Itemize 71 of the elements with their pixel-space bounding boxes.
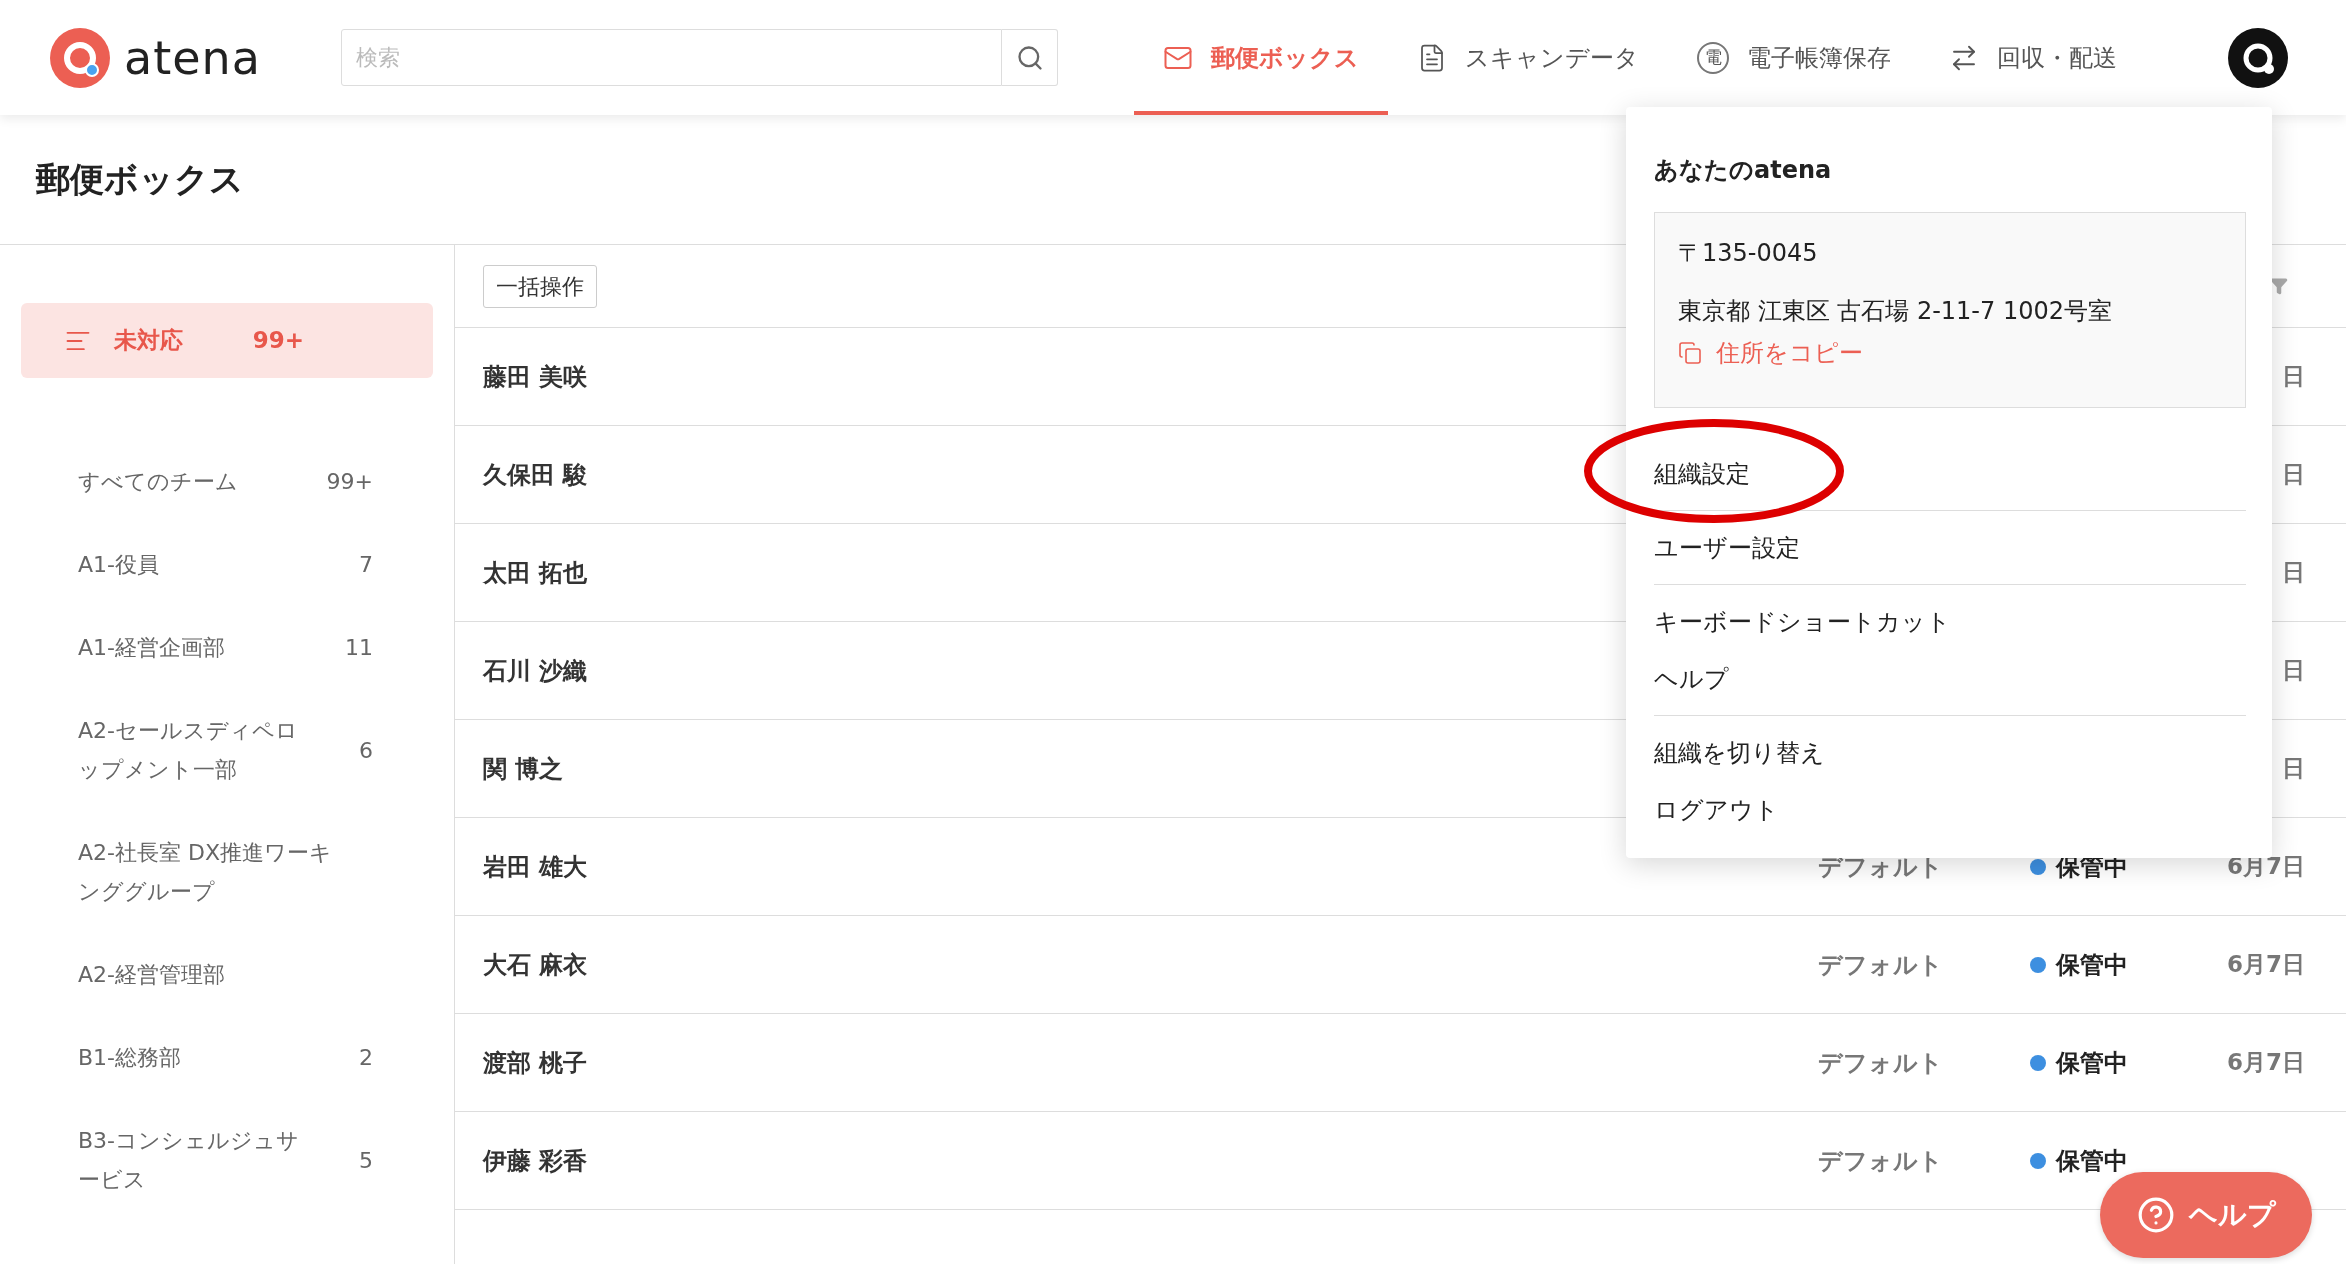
menu-item[interactable]: ログアウト: [1654, 781, 1779, 838]
menu-item[interactable]: 組織を切り替え: [1654, 724, 1825, 781]
date-text: 日: [2282, 460, 2305, 490]
sidebar-label: A1-役員: [78, 551, 159, 579]
sidebar-item[interactable]: A2-社長室 DX推進ワーキ ンググループ: [21, 811, 433, 933]
logo-text: atena: [124, 34, 261, 81]
date-text: 6月7日: [2227, 950, 2305, 980]
item-count: 7: [359, 551, 373, 579]
status-text: 保管中: [2056, 949, 2128, 981]
sidebar-label: 未対応: [114, 326, 183, 356]
sender-name: 藤田 美咲: [483, 362, 588, 391]
date-text: 6月7日: [2227, 1048, 2305, 1078]
sidebar-label: A2-経営管理部: [78, 961, 225, 989]
sender-name: 太田 拓也: [483, 558, 588, 587]
date-text: 日: [2282, 656, 2305, 686]
date-text: 日: [2282, 558, 2305, 588]
sender-name: 関 博之: [483, 754, 564, 783]
badge-icon: 電: [1697, 41, 1729, 74]
date-text: 日: [2282, 362, 2305, 392]
nav-tab[interactable]: スキャンデータ: [1388, 0, 1668, 115]
avatar-icon[interactable]: [2228, 27, 2288, 88]
sidebar-label: B1-総務部: [78, 1044, 182, 1072]
status-text: 保管中: [2056, 1047, 2128, 1079]
sidebar-item[interactable]: A1-役員 7: [21, 523, 433, 606]
sidebar-item[interactable]: すべてのチーム 99+: [21, 440, 433, 523]
help-icon: [2136, 1196, 2175, 1234]
sender-name: 大石 麻衣: [483, 950, 588, 979]
sender-name: 岩田 雄大: [483, 852, 588, 881]
item-count: 2: [359, 1044, 373, 1072]
postal-code: 〒135-0045: [1678, 238, 1819, 269]
item-count: 6: [359, 736, 373, 765]
help-button[interactable]: ヘルプ: [2100, 1172, 2312, 1258]
copy-icon: [1678, 341, 1702, 365]
category-text: デフォルト: [1818, 1048, 1943, 1077]
sender-name: 伊藤 彩香: [483, 1146, 588, 1175]
sidebar-item[interactable]: A2-セールスディペロ ップメント一部 6: [21, 689, 433, 811]
item-count: 5: [359, 1146, 373, 1175]
sidebar-label: すべてのチーム: [78, 468, 238, 496]
sidebar-item[interactable]: B1-総務部 2: [21, 1016, 433, 1099]
menu-item[interactable]: ヘルプ: [1654, 650, 1729, 707]
item-count: 99+: [326, 468, 373, 496]
address-text: 東京都 江東区 古石場 2-11-7 1002号室: [1678, 296, 2113, 327]
sender-name: 石川 沙織: [483, 656, 588, 685]
item-count: 11: [345, 634, 373, 662]
sidebar-label: A1-経営企画部: [78, 634, 225, 662]
sidebar-label: A2-セールスディペロ ップメント一部: [78, 717, 298, 784]
bulk-action-button[interactable]: 一括操作: [483, 264, 597, 308]
category-text: デフォルト: [1818, 852, 1943, 881]
search-button[interactable]: [1002, 29, 1058, 86]
menu-item[interactable]: ユーザー設定: [1654, 519, 1800, 576]
logo-icon: [50, 27, 110, 88]
sidebar-label: A2-社長室 DX推進ワーキ ンググループ: [78, 839, 332, 906]
sidebar-label: B3-コンシェルジュサ ービス: [78, 1127, 300, 1194]
sender-name: 久保田 駿: [483, 460, 588, 489]
sender-name: 渡部 桃子: [483, 1048, 588, 1077]
sidebar-item[interactable]: A2-経営管理部: [21, 933, 433, 1016]
sidebar-item[interactable]: B3-コンシェルジュサ ービス 5: [21, 1099, 433, 1221]
item-count: 99+: [252, 326, 304, 356]
date-text: 日: [2282, 754, 2305, 784]
filter-icon[interactable]: [2270, 277, 2288, 295]
category-text: デフォルト: [1818, 950, 1943, 979]
page-title: 郵便ボックス: [36, 158, 244, 201]
nav-tab[interactable]: 回収・配送: [1920, 0, 2146, 115]
sidebar-item[interactable]: A1-経営企画部 11: [21, 606, 433, 689]
nav-tab[interactable]: 郵便ボックス: [1134, 0, 1388, 115]
copy-address-link[interactable]: 住所をコピー: [1678, 335, 1863, 371]
menu-item[interactable]: キーボードショートカット: [1654, 593, 1951, 650]
search-icon: [1015, 43, 1044, 72]
category-text: デフォルト: [1818, 1146, 1943, 1175]
search-field[interactable]: 検索: [341, 29, 1002, 86]
dropdown-title: あなたのatena: [1654, 155, 1833, 186]
